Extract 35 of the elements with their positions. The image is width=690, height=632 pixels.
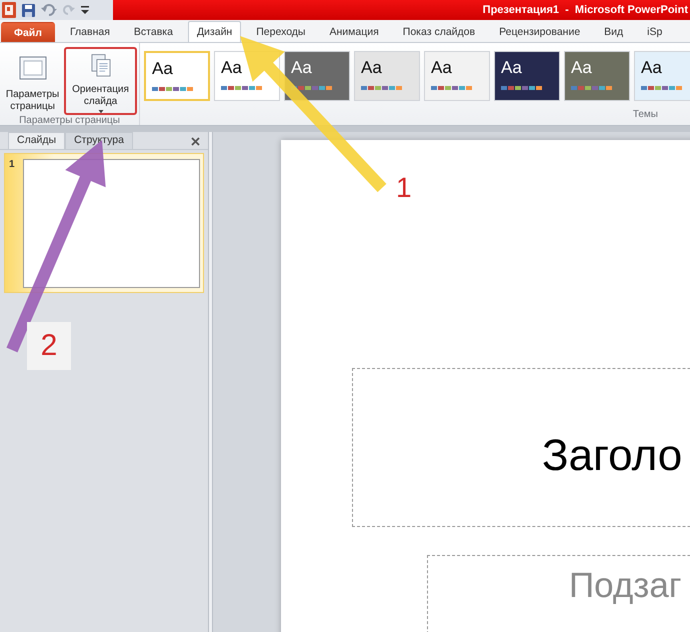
slide-thumbnail-row[interactable]: 1 bbox=[4, 153, 204, 293]
slide-orientation-button[interactable]: Ориентация слайда bbox=[64, 47, 137, 115]
theme-thumbnail[interactable]: Aa bbox=[284, 51, 350, 101]
group-label: Темы bbox=[632, 109, 659, 122]
ribbon-tab[interactable]: Анимация bbox=[320, 21, 388, 42]
ribbon-tab[interactable]: Главная bbox=[60, 21, 119, 42]
customize-toolbar-icon[interactable] bbox=[81, 5, 89, 15]
slide-thumbnail[interactable] bbox=[23, 159, 200, 288]
ribbon-tab[interactable]: Вставка bbox=[124, 21, 182, 42]
title-placeholder[interactable]: Заголо bbox=[352, 368, 690, 527]
ribbon-tab[interactable]: Рецензирование bbox=[490, 21, 590, 42]
window-title: Презентация1 - Microsoft PowerPoint bbox=[482, 4, 688, 16]
theme-thumbnail[interactable]: Aa bbox=[354, 51, 420, 101]
slide-number: 1 bbox=[9, 159, 16, 172]
ribbon-tab[interactable]: Показ слайдов bbox=[394, 21, 484, 42]
app-logo-icon[interactable] bbox=[2, 2, 16, 18]
theme-thumbnail[interactable]: Aa bbox=[634, 51, 690, 101]
ribbon-tab[interactable]: iSp bbox=[638, 21, 672, 42]
undo-icon[interactable] bbox=[41, 4, 57, 16]
pane-tab[interactable]: Структура bbox=[65, 132, 133, 149]
theme-thumbnail[interactable]: Aa bbox=[424, 51, 490, 101]
save-icon[interactable] bbox=[22, 4, 35, 16]
ribbon-tab[interactable]: Дизайн bbox=[188, 21, 242, 42]
ribbon-tab[interactable]: Переходы bbox=[247, 21, 314, 42]
pane-tab[interactable]: Слайды bbox=[8, 132, 66, 149]
group-label: Параметры страницы bbox=[18, 115, 121, 126]
theme-thumbnail[interactable]: Aa bbox=[494, 51, 560, 101]
theme-thumbnail[interactable]: Aa bbox=[144, 51, 210, 101]
theme-thumbnail[interactable]: Aa bbox=[564, 51, 630, 101]
page-setup-button[interactable]: Параметры страницы bbox=[3, 47, 62, 115]
file-tab[interactable]: Файл bbox=[1, 22, 55, 42]
annotation-number: 1 bbox=[396, 172, 412, 204]
annotation-number: 2 bbox=[40, 329, 58, 363]
ribbon-tab[interactable]: Вид bbox=[595, 21, 632, 42]
close-icon[interactable] bbox=[191, 137, 200, 146]
